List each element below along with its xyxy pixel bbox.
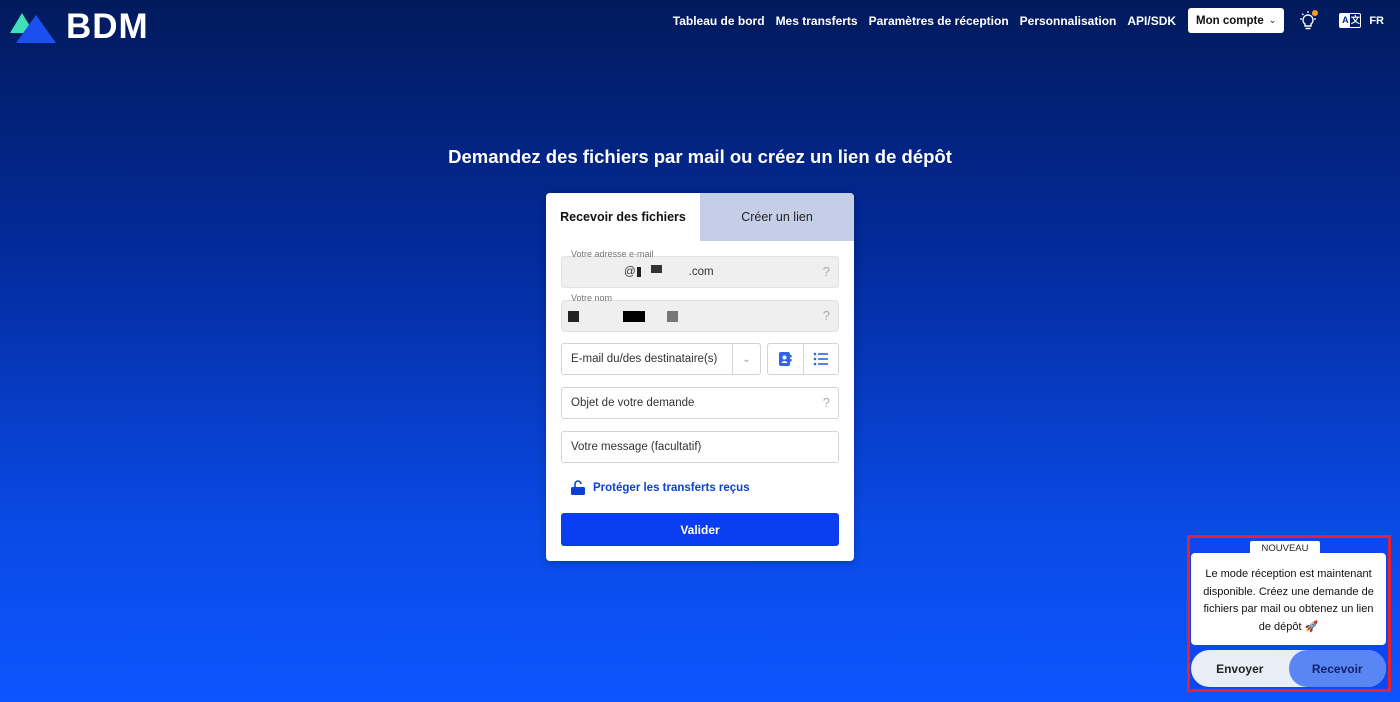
subject-input[interactable]: Objet de votre demande ? [561, 387, 839, 419]
unlock-icon [571, 480, 585, 495]
mode-toggle[interactable]: Envoyer Recevoir [1191, 650, 1386, 687]
new-feature-popup: Le mode réception est maintenant disponi… [1187, 535, 1391, 692]
submit-button[interactable]: Valider [561, 513, 839, 546]
name-field-label: Votre nom [571, 293, 613, 303]
recipient-tools [767, 343, 839, 375]
email-field-label: Votre adresse e-mail [571, 249, 654, 259]
nav-api-sdk[interactable]: API/SDK [1127, 14, 1176, 28]
mode-send-option[interactable]: Envoyer [1191, 650, 1289, 687]
email-field[interactable]: Votre adresse e-mail @ .com ? [561, 249, 839, 288]
protect-label: Protéger les transferts reçus [593, 481, 750, 494]
protect-transfers-link[interactable]: Protéger les transferts reçus [570, 480, 750, 495]
message-placeholder: Votre message (facultatif) [571, 441, 702, 453]
nav-customization[interactable]: Personnalisation [1020, 14, 1117, 28]
brand-logo[interactable]: BDM [10, 9, 149, 44]
nav-my-transfers[interactable]: Mes transferts [776, 14, 858, 28]
contacts-icon[interactable] [768, 344, 803, 374]
account-menu-button[interactable]: Mon compte ⌄ [1188, 8, 1285, 33]
redacted-block [568, 310, 579, 322]
language-label: FR [1369, 14, 1384, 27]
request-card: Recevoir des fichiers Créer un lien Votr… [546, 193, 854, 561]
language-switcher[interactable]: A 文 FR [1339, 13, 1384, 28]
recipients-placeholder: E-mail du/des destinataire(s) [571, 353, 718, 365]
redacted-block [623, 310, 645, 322]
recipients-select[interactable]: E-mail du/des destinataire(s) ⌄ [561, 343, 761, 375]
account-label: Mon compte [1196, 14, 1264, 27]
nav-reception-settings[interactable]: Paramètres de réception [869, 14, 1009, 28]
redacted-block [636, 267, 641, 277]
logo-mark-icon [10, 12, 56, 43]
lightbulb-icon[interactable] [1297, 9, 1319, 32]
notification-dot [1312, 9, 1319, 16]
chevron-down-icon: ⌄ [1268, 15, 1277, 25]
nav-dashboard[interactable]: Tableau de bord [673, 14, 765, 28]
subject-placeholder: Objet de votre demande [571, 397, 695, 409]
redacted-block [667, 310, 678, 322]
help-icon[interactable]: ? [823, 308, 830, 323]
tab-receive-files[interactable]: Recevoir des fichiers [546, 193, 700, 241]
brand-name: BDM [66, 7, 149, 46]
tab-create-link[interactable]: Créer un lien [700, 193, 854, 241]
translate-icon: A 文 [1339, 13, 1362, 28]
help-icon[interactable]: ? [823, 395, 830, 410]
page-title: Demandez des fichiers par mail ou créez … [448, 146, 952, 167]
message-input[interactable]: Votre message (facultatif) [561, 431, 839, 463]
new-badge: NOUVEAU [1250, 541, 1320, 556]
mode-receive-option[interactable]: Recevoir [1288, 650, 1386, 687]
help-icon[interactable]: ? [823, 264, 830, 279]
email-value-at: @ [624, 266, 636, 278]
redacted-block [650, 265, 662, 273]
popup-message: Le mode réception est maintenant disponi… [1191, 553, 1386, 645]
email-value-domain: .com [688, 266, 714, 278]
top-nav: Tableau de bord Mes transferts Paramètre… [673, 8, 1400, 33]
list-icon[interactable] [802, 344, 839, 374]
chevron-down-icon[interactable]: ⌄ [732, 344, 760, 374]
name-field[interactable]: Votre nom ? [561, 293, 839, 332]
tab-bar: Recevoir des fichiers Créer un lien [546, 193, 854, 241]
